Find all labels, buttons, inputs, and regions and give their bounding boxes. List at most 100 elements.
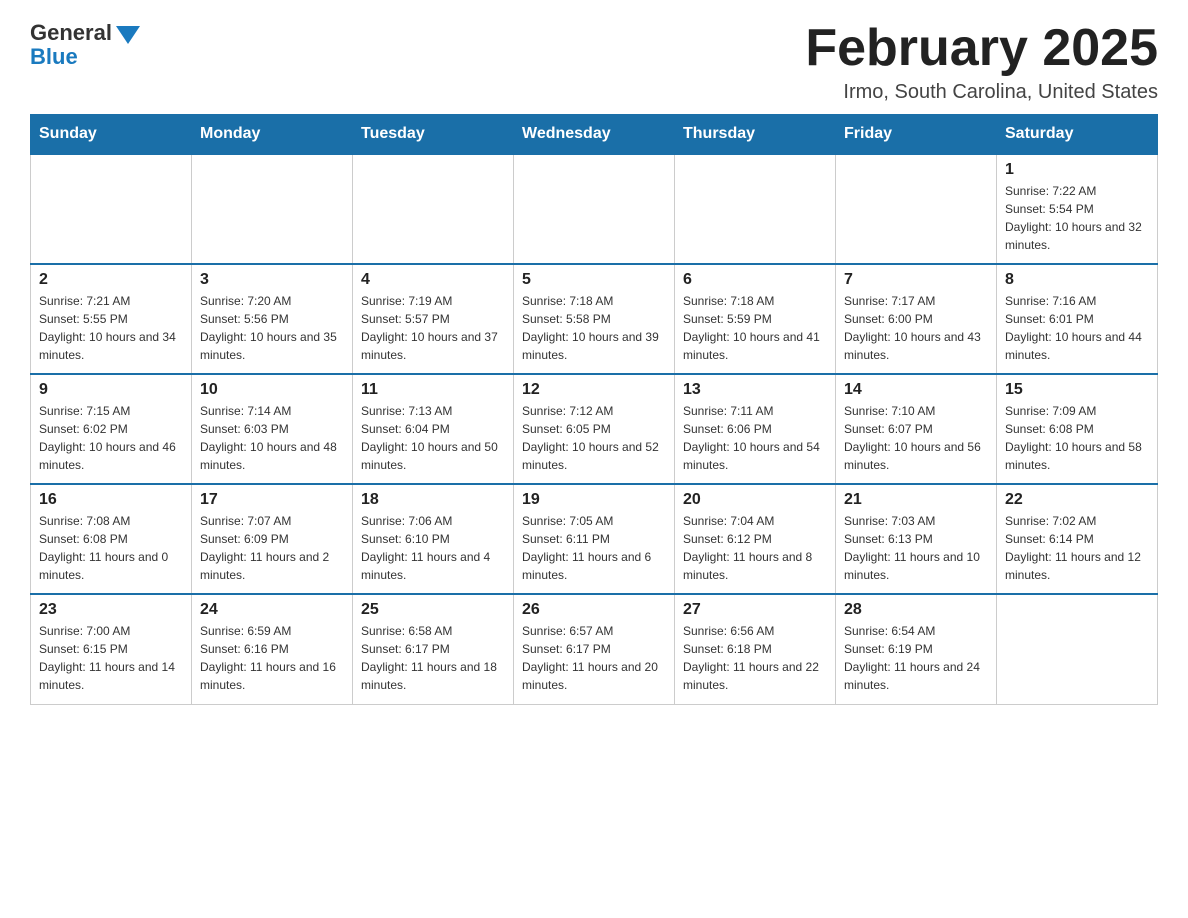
table-row: 4 Sunrise: 7:19 AMSunset: 5:57 PMDaylight… (353, 264, 514, 374)
day-info: Sunrise: 7:07 AMSunset: 6:09 PMDaylight:… (200, 512, 344, 584)
day-number: 10 (200, 381, 344, 399)
table-row: 3 Sunrise: 7:20 AMSunset: 5:56 PMDaylight… (192, 264, 353, 374)
day-info: Sunrise: 7:02 AMSunset: 6:14 PMDaylight:… (1005, 512, 1149, 584)
table-row: 13 Sunrise: 7:11 AMSunset: 6:06 PMDayligh… (675, 374, 836, 484)
calendar-week-row: 1 Sunrise: 7:22 AMSunset: 5:54 PMDaylight… (31, 154, 1158, 264)
table-row: 8 Sunrise: 7:16 AMSunset: 6:01 PMDaylight… (997, 264, 1158, 374)
table-row (192, 154, 353, 264)
day-number: 14 (844, 381, 988, 399)
table-row: 21Sunrise: 7:03 AMSunset: 6:13 PMDayligh… (836, 484, 997, 594)
table-row: 12Sunrise: 7:12 AMSunset: 6:05 PMDayligh… (514, 374, 675, 484)
table-row: 25Sunrise: 6:58 AMSunset: 6:17 PMDayligh… (353, 594, 514, 704)
header-monday: Monday (192, 115, 353, 155)
day-number: 19 (522, 491, 666, 509)
day-number: 25 (361, 601, 505, 619)
day-number: 23 (39, 601, 183, 619)
day-info: Sunrise: 7:11 AMSunset: 6:06 PMDaylight:… (683, 402, 827, 474)
table-row: 19 Sunrise: 7:05 AMSunset: 6:11 PMDayligh… (514, 484, 675, 594)
table-row: 11 Sunrise: 7:13 AMSunset: 6:04 PMDayligh… (353, 374, 514, 484)
table-row: 22 Sunrise: 7:02 AMSunset: 6:14 PMDayligh… (997, 484, 1158, 594)
table-row (836, 154, 997, 264)
day-info: Sunrise: 7:20 AMSunset: 5:56 PMDaylight:… (200, 292, 344, 364)
day-info: Sunrise: 7:22 AMSunset: 5:54 PMDaylight:… (1005, 182, 1149, 254)
day-number: 4 (361, 271, 505, 289)
day-number: 1 (1005, 161, 1149, 179)
day-number: 24 (200, 601, 344, 619)
day-info: Sunrise: 7:10 AMSunset: 6:07 PMDaylight:… (844, 402, 988, 474)
day-info: Sunrise: 7:04 AMSunset: 6:12 PMDaylight:… (683, 512, 827, 584)
table-row (353, 154, 514, 264)
day-info: Sunrise: 7:00 AMSunset: 6:15 PMDaylight:… (39, 622, 183, 694)
day-number: 2 (39, 271, 183, 289)
day-number: 15 (1005, 381, 1149, 399)
day-info: Sunrise: 7:18 AMSunset: 5:59 PMDaylight:… (683, 292, 827, 364)
day-number: 26 (522, 601, 666, 619)
calendar-week-row: 23 Sunrise: 7:00 AMSunset: 6:15 PMDayligh… (31, 594, 1158, 704)
title-block: February 2025 Irmo, South Carolina, Unit… (805, 20, 1158, 104)
table-row: 1 Sunrise: 7:22 AMSunset: 5:54 PMDaylight… (997, 154, 1158, 264)
day-info: Sunrise: 7:13 AMSunset: 6:04 PMDaylight:… (361, 402, 505, 474)
logo: General Blue (30, 20, 140, 70)
table-row: 24Sunrise: 6:59 AMSunset: 6:16 PMDayligh… (192, 594, 353, 704)
day-info: Sunrise: 7:15 AMSunset: 6:02 PMDaylight:… (39, 402, 183, 474)
day-number: 28 (844, 601, 988, 619)
day-number: 22 (1005, 491, 1149, 509)
header-sunday: Sunday (31, 115, 192, 155)
month-title: February 2025 (805, 20, 1158, 77)
table-row: 2 Sunrise: 7:21 AMSunset: 5:55 PMDaylight… (31, 264, 192, 374)
day-number: 27 (683, 601, 827, 619)
logo-general-text: General (30, 20, 112, 46)
day-number: 8 (1005, 271, 1149, 289)
day-number: 7 (844, 271, 988, 289)
day-number: 9 (39, 381, 183, 399)
day-info: Sunrise: 6:57 AMSunset: 6:17 PMDaylight:… (522, 622, 666, 694)
table-row: 6 Sunrise: 7:18 AMSunset: 5:59 PMDaylight… (675, 264, 836, 374)
header-tuesday: Tuesday (353, 115, 514, 155)
day-info: Sunrise: 7:14 AMSunset: 6:03 PMDaylight:… (200, 402, 344, 474)
page-header: General Blue February 2025 Irmo, South C… (30, 20, 1158, 104)
table-row: 14 Sunrise: 7:10 AMSunset: 6:07 PMDayligh… (836, 374, 997, 484)
day-number: 21 (844, 491, 988, 509)
day-info: Sunrise: 7:09 AMSunset: 6:08 PMDaylight:… (1005, 402, 1149, 474)
day-number: 16 (39, 491, 183, 509)
day-info: Sunrise: 7:08 AMSunset: 6:08 PMDaylight:… (39, 512, 183, 584)
header-friday: Friday (836, 115, 997, 155)
table-row: 26 Sunrise: 6:57 AMSunset: 6:17 PMDayligh… (514, 594, 675, 704)
header-wednesday: Wednesday (514, 115, 675, 155)
day-number: 5 (522, 271, 666, 289)
day-info: Sunrise: 6:54 AMSunset: 6:19 PMDaylight:… (844, 622, 988, 694)
table-row: 23 Sunrise: 7:00 AMSunset: 6:15 PMDayligh… (31, 594, 192, 704)
day-number: 11 (361, 381, 505, 399)
table-row: 20Sunrise: 7:04 AMSunset: 6:12 PMDayligh… (675, 484, 836, 594)
table-row: 9 Sunrise: 7:15 AMSunset: 6:02 PMDaylight… (31, 374, 192, 484)
table-row (997, 594, 1158, 704)
day-number: 13 (683, 381, 827, 399)
calendar-header-row: Sunday Monday Tuesday Wednesday Thursday… (31, 115, 1158, 155)
table-row: 7Sunrise: 7:17 AMSunset: 6:00 PMDaylight… (836, 264, 997, 374)
table-row: 17 Sunrise: 7:07 AMSunset: 6:09 PMDayligh… (192, 484, 353, 594)
calendar-week-row: 9 Sunrise: 7:15 AMSunset: 6:02 PMDaylight… (31, 374, 1158, 484)
day-number: 18 (361, 491, 505, 509)
day-number: 3 (200, 271, 344, 289)
logo-blue-text: Blue (30, 44, 78, 70)
table-row (514, 154, 675, 264)
table-row (31, 154, 192, 264)
day-info: Sunrise: 7:18 AMSunset: 5:58 PMDaylight:… (522, 292, 666, 364)
day-info: Sunrise: 7:06 AMSunset: 6:10 PMDaylight:… (361, 512, 505, 584)
table-row: 28 Sunrise: 6:54 AMSunset: 6:19 PMDayligh… (836, 594, 997, 704)
day-info: Sunrise: 7:12 AMSunset: 6:05 PMDaylight:… (522, 402, 666, 474)
day-info: Sunrise: 7:16 AMSunset: 6:01 PMDaylight:… (1005, 292, 1149, 364)
table-row: 18 Sunrise: 7:06 AMSunset: 6:10 PMDayligh… (353, 484, 514, 594)
day-number: 6 (683, 271, 827, 289)
header-saturday: Saturday (997, 115, 1158, 155)
calendar-table: Sunday Monday Tuesday Wednesday Thursday… (30, 114, 1158, 705)
table-row: 10 Sunrise: 7:14 AMSunset: 6:03 PMDayligh… (192, 374, 353, 484)
day-info: Sunrise: 7:21 AMSunset: 5:55 PMDaylight:… (39, 292, 183, 364)
table-row: 27Sunrise: 6:56 AMSunset: 6:18 PMDayligh… (675, 594, 836, 704)
header-thursday: Thursday (675, 115, 836, 155)
table-row (675, 154, 836, 264)
day-info: Sunrise: 7:05 AMSunset: 6:11 PMDaylight:… (522, 512, 666, 584)
logo-arrow-icon (116, 26, 140, 44)
day-number: 17 (200, 491, 344, 509)
day-info: Sunrise: 7:19 AMSunset: 5:57 PMDaylight:… (361, 292, 505, 364)
